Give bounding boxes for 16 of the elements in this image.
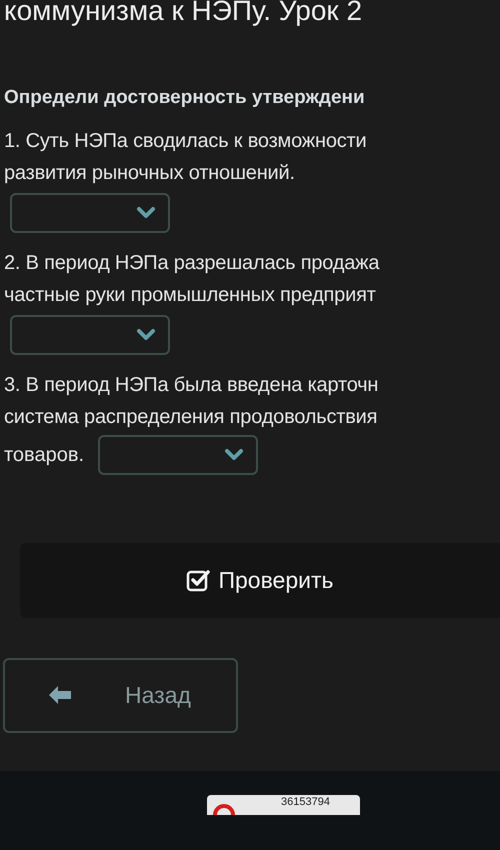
chevron-down-icon bbox=[136, 328, 156, 342]
chevron-down-icon bbox=[224, 448, 244, 462]
back-button[interactable]: Назад bbox=[3, 658, 238, 732]
check-button[interactable]: Проверить bbox=[20, 542, 500, 618]
question-text: 1. Суть НЭПа сводилась к возможности развития рыночных отношений. bbox=[4, 128, 368, 186]
task-heading: Определи достоверность утверждени bbox=[4, 86, 366, 110]
chevron-down-icon bbox=[136, 206, 156, 220]
visit-counter: 36153794 bbox=[207, 794, 360, 814]
question-text: 2. В период НЭПа разрешалась продажа частные руки промышленных предприят bbox=[4, 250, 380, 308]
lesson-title: коммунизма к НЭПу. Урок 2 bbox=[4, 0, 364, 26]
dropdown-select[interactable] bbox=[98, 434, 258, 474]
dropdown-select[interactable] bbox=[10, 314, 170, 354]
dropdown-select[interactable] bbox=[10, 192, 170, 232]
arrow-left-icon bbox=[47, 684, 73, 706]
question-text: товаров. bbox=[4, 442, 84, 468]
checkbox-checked-icon bbox=[186, 568, 210, 592]
